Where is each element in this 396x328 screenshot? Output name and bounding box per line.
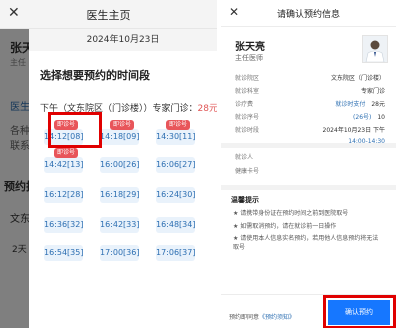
notice-text: 请携带身份证在预约时间之前到医院取号 [240,210,349,217]
info-value: 10 [377,114,385,121]
time-slot[interactable]: 16:12[28] [44,187,83,203]
info-value-group: 2024年10月23日 下午 [323,125,385,137]
selected-slot-highlight [48,112,102,148]
info-label: 就诊科室 [235,88,260,95]
session-fee: 28元 [197,104,217,114]
info-value-group: 文东院区（门诊楼） [331,73,385,85]
info-extra: (26号) [353,114,372,121]
info-label: 诊疗费 [235,101,254,108]
divider [221,143,396,148]
time-slot[interactable]: 16:42[33] [100,217,139,233]
footer-bar: 预约即同意《预约须知》 确认预约 [221,294,396,328]
notice-text: 如需取消预约，请在就诊前一日操作 [240,223,337,230]
avatar [362,35,388,63]
info-value: 文东院区（门诊楼） [330,75,385,82]
time-slot[interactable]: 14:18[09] [100,129,139,145]
time-slot[interactable]: 16:18[29] [100,187,139,203]
agree-text: 预约即同意《预约须知》 [229,314,296,321]
nav-title: 医生主页 [86,9,131,22]
slot-badge: 即诊号 [110,120,135,130]
nav-bar: ✕ 医生主页 [0,0,217,29]
doctor-photo-icon [363,36,387,62]
info-value: 2024年10月23日 下午 [322,127,385,134]
time-slot[interactable]: 17:06[37] [156,245,195,261]
time-slot[interactable]: 16:24[30] [156,187,195,203]
time-slot[interactable]: 16:54[35] [44,245,83,261]
nav-bar: ✕ 请确认预约信息 [221,0,396,27]
time-slot[interactable]: 14:42[13] [44,157,83,173]
info-value: 28元 [371,101,385,108]
time-slot-sheet: 2024年10月23日 选择想要预约的时间段 下午（文东院区（门诊楼））专家门诊… [29,29,217,328]
patient-row[interactable]: 就诊人 [235,152,385,164]
confirm-button-highlight [323,295,396,328]
info-value-group: 就诊时支付 28元 [335,99,385,111]
info-label: 就诊序号 [235,114,260,121]
info-value: 专家门诊 [360,88,385,95]
info-value-group: 专家门诊 [361,86,385,98]
info-row: 就诊科室 专家门诊 [235,86,385,98]
info-extra: 就诊时支付 [335,101,366,108]
info-row: 就诊院区 文东院区（门诊楼） [235,73,385,85]
divider [221,185,396,190]
time-slot[interactable]: 16:00[26] [100,157,139,173]
right-screen: ✕ 请确认预约信息 张天亮 主任医师 就诊院区 文东院区（门诊楼） 就诊科室 专家门诊… [221,0,396,328]
time-slot[interactable]: 16:06[27] [156,157,195,173]
info-row: 就诊序号 (26号) 10 [235,112,385,124]
left-screen: 张天 主任 医生介 各种 联系 预约挂 文东 2天 ✕ 医生主页 2024年10… [0,0,217,328]
notice-item: ★ 请携带身份证在预约时间之前到医院取号 [233,209,383,218]
info-row: 诊疗费 就诊时支付 28元 [235,99,385,111]
notice-item: ★ 请使用本人信息实名预约，若用他人信息预约将无法取号 [233,234,383,252]
date-header: 2024年10月23日 [29,29,217,51]
time-slot[interactable]: 16:48[34] [156,217,195,233]
info-label: 就诊院区 [235,75,260,82]
slot-badge: 即诊号 [54,148,79,158]
notice-title: 温馨提示 [231,196,259,204]
time-slot[interactable]: 14:30[11] [156,129,195,145]
notice-text: 请使用本人信息实名预约，若用他人信息预约将无法取号 [233,235,379,251]
time-slot[interactable]: 17:00[36] [100,245,139,261]
info-value-group: (26号) 10 [353,112,385,124]
info-label: 就诊时段 [235,127,260,134]
sheet-title: 选择想要预约的时间段 [40,69,150,82]
health-card-row[interactable]: 健康卡号 [235,166,385,178]
doctor-title: 主任医师 [235,54,263,62]
nav-title: 请确认预约信息 [276,10,340,20]
slot-badge: 即诊号 [166,120,191,130]
doctor-name: 张天亮 [235,42,265,53]
time-slot[interactable]: 16:36[32] [44,217,83,233]
notice-item: ★ 如需取消预约，请在就诊前一日操作 [233,222,383,231]
info-row: 就诊时段 14:00-14:30 2024年10月23日 下午 [235,125,385,145]
agreement-link[interactable]: 《预约须知》 [259,314,295,321]
